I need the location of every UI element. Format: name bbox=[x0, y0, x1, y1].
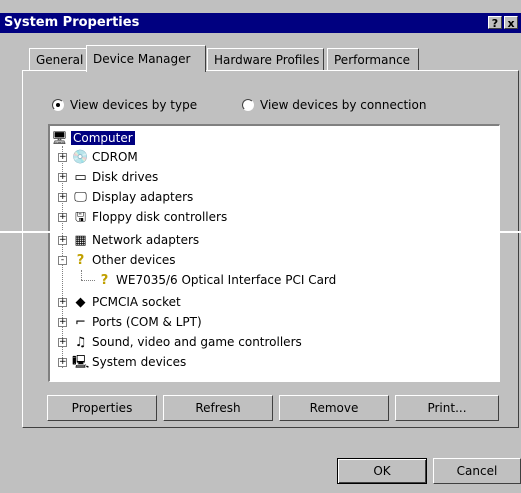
tree-item-display-adapters[interactable]: 🖵 Display adapters bbox=[72, 188, 193, 206]
tree-item-label: Sound, video and game controllers bbox=[92, 335, 302, 349]
tree-item-disk-drives[interactable]: ▭ Disk drives bbox=[72, 168, 158, 186]
close-icon[interactable]: x bbox=[504, 16, 518, 30]
tree-item-label: Disk drives bbox=[92, 170, 159, 184]
tree-item-cdrom[interactable]: 💿 CDROM bbox=[72, 148, 138, 166]
tree-item-label: CDROM bbox=[92, 150, 138, 164]
screen-artifact-divider bbox=[0, 231, 521, 233]
cancel-button[interactable]: Cancel bbox=[433, 458, 521, 484]
tree-item-floppy-disk-controllers[interactable]: 🖫 Floppy disk controllers bbox=[72, 208, 227, 226]
ok-button[interactable]: OK bbox=[337, 458, 427, 484]
tree-item-label: Computer bbox=[71, 131, 135, 145]
network-icon: ▦ bbox=[74, 233, 87, 248]
print-button[interactable]: Print... bbox=[395, 395, 499, 421]
tree-item-ports[interactable]: ⌐ Ports (COM & LPT) bbox=[72, 313, 202, 331]
expand-icon[interactable]: + bbox=[58, 236, 67, 245]
expand-icon[interactable]: + bbox=[58, 173, 67, 182]
tree-item-sound-video-game[interactable]: ♫ Sound, video and game controllers bbox=[72, 333, 302, 351]
disk-drive-icon: ▭ bbox=[74, 170, 87, 185]
tab-device-manager[interactable]: Device Manager bbox=[86, 45, 206, 72]
tree-connector-line bbox=[81, 270, 82, 280]
tree-item-label: Other devices bbox=[92, 253, 176, 267]
expand-icon[interactable]: + bbox=[58, 358, 67, 367]
tree-item-label: Floppy disk controllers bbox=[92, 210, 228, 224]
expand-icon[interactable]: + bbox=[58, 153, 67, 162]
tree-item-label: Network adapters bbox=[92, 233, 200, 247]
pcmcia-icon: ◆ bbox=[75, 295, 86, 310]
tree-item-label: PCMCIA socket bbox=[92, 295, 181, 309]
tree-item-label: WE7035/6 Optical Interface PCI Card bbox=[116, 273, 337, 287]
tree-item-system-devices[interactable]: 🖳 System devices bbox=[72, 353, 186, 371]
system-properties-window: System Properties ? x General Device Man… bbox=[0, 0, 521, 493]
tree-item-pcmcia-socket[interactable]: ◆ PCMCIA socket bbox=[72, 293, 181, 311]
refresh-button[interactable]: Refresh bbox=[163, 395, 273, 421]
window-title: System Properties bbox=[4, 15, 140, 30]
expand-icon[interactable]: + bbox=[58, 298, 67, 307]
monitor-icon: 🖵 bbox=[74, 190, 87, 205]
tree-item-we7035-optical-interface[interactable]: ? WE7035/6 Optical Interface PCI Card bbox=[96, 271, 337, 289]
floppy-icon: 🖫 bbox=[74, 210, 87, 225]
computer-icon: 🖥 bbox=[51, 131, 68, 146]
radio-checked-icon bbox=[52, 99, 64, 111]
remove-button[interactable]: Remove bbox=[279, 395, 389, 421]
expand-icon[interactable]: + bbox=[58, 213, 67, 222]
expand-icon[interactable]: + bbox=[58, 318, 67, 327]
question-icon: ? bbox=[100, 273, 109, 288]
expand-icon[interactable]: + bbox=[58, 338, 67, 347]
title-bar[interactable]: System Properties ? x bbox=[0, 13, 521, 33]
device-tree[interactable]: 🖥 Computer + 💿 CDROM + ▭ Disk drives + 🖵 Dis… bbox=[48, 124, 500, 382]
collapse-icon[interactable]: - bbox=[58, 256, 67, 265]
tree-item-network-adapters[interactable]: ▦ Network adapters bbox=[72, 231, 199, 249]
tree-item-label: Display adapters bbox=[92, 190, 194, 204]
tab-performance[interactable]: Performance bbox=[327, 48, 419, 70]
sound-icon: ♫ bbox=[74, 335, 87, 350]
help-button[interactable]: ? bbox=[488, 16, 502, 30]
system-icon: 🖳 bbox=[72, 355, 90, 370]
view-by-connection-radio[interactable]: View devices by connection bbox=[242, 96, 426, 114]
view-by-type-radio[interactable]: View devices by type bbox=[52, 96, 197, 114]
view-by-connection-label: View devices by connection bbox=[260, 98, 427, 112]
view-by-type-label: View devices by type bbox=[70, 98, 198, 112]
tree-item-other-devices[interactable]: ? Other devices bbox=[72, 251, 176, 269]
cdrom-icon: 💿 bbox=[72, 150, 89, 165]
port-icon: ⌐ bbox=[75, 315, 86, 330]
question-icon: ? bbox=[76, 253, 85, 268]
tab-hardware-profiles[interactable]: Hardware Profiles bbox=[207, 48, 324, 70]
tree-item-label: System devices bbox=[92, 355, 187, 369]
expand-icon[interactable]: + bbox=[58, 193, 67, 202]
tree-connector-line bbox=[81, 280, 95, 281]
tab-general[interactable]: General bbox=[29, 48, 87, 70]
radio-unchecked-icon bbox=[242, 99, 254, 111]
tree-item-computer[interactable]: 🖥 Computer bbox=[51, 129, 135, 147]
properties-button[interactable]: Properties bbox=[47, 395, 157, 421]
tree-item-label: Ports (COM & LPT) bbox=[92, 315, 202, 329]
